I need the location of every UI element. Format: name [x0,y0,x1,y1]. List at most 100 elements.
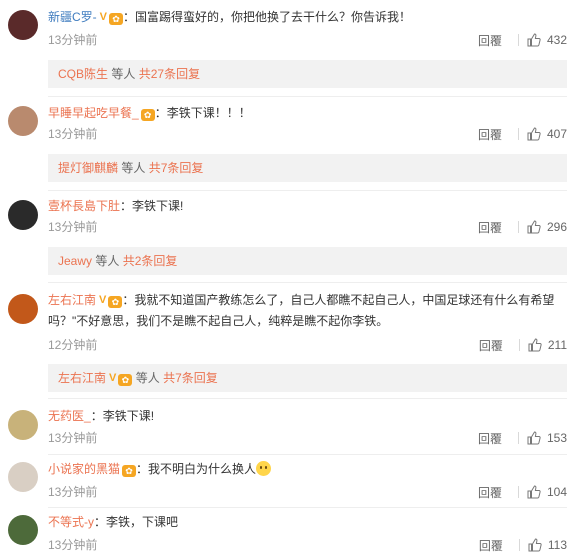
smiley-emoji-icon [256,461,272,476]
like-count: 296 [546,220,567,234]
comment-text: ：李铁下课！！！ [154,106,251,120]
verified-v-icon: V [99,11,108,23]
comment-text: ：李铁下课! [90,409,155,423]
reply-button[interactable]: 回覆 [478,430,502,447]
comment-actions: 回覆 432 [478,32,567,48]
comment-divider [48,190,567,191]
avatar[interactable] [8,462,38,492]
sub-reply-summary[interactable]: 提灯御麒麟 等人 共7条回复 [48,154,567,182]
comment-time: 13分钟前 [48,431,98,445]
username-link[interactable]: 无药医_ [48,409,91,423]
comment-divider [48,96,567,97]
reply-button[interactable]: 回覆 [478,126,502,143]
verified-v-icon: V [99,294,107,306]
sub-reply-mid: 等人 [135,371,160,385]
like-count: 104 [546,485,567,499]
fan-emblem-icon: ✿ [122,465,137,477]
comment-text: ：李铁下课! [120,199,184,213]
avatar[interactable] [8,106,38,136]
comment-time: 13分钟前 [48,33,98,47]
sub-reply-mid: 等人 [111,67,136,81]
thumbs-up-icon [527,33,541,47]
sub-reply-user[interactable]: Jeawy [58,254,92,268]
divider [517,34,519,46]
like-count: 407 [546,127,567,141]
comment-time: 13分钟前 [48,538,98,552]
avatar[interactable] [8,10,38,40]
comment-content: 无药医_：李铁下课! [48,407,569,425]
like-button[interactable]: 211 [528,338,567,352]
comment-actions: 回覆 113 [479,537,567,553]
sub-reply-mid: 等人 [121,161,146,175]
comment-text: ：我不明白为什么换人 [136,462,257,476]
comment-feed: 新疆C罗- V ✿ ：国富踢得蛮好的，你把他换了去干什么？你告诉我！ 13分钟前 回覆… [0,0,581,558]
comment-actions: 回覆 296 [478,219,567,235]
comment-actions: 回覆 407 [478,126,567,142]
sub-reply-mid: 等人 [95,254,120,268]
comment-content: 早睡早起吃早餐_ ✿ ：李铁下课！！！ [48,104,569,122]
sub-reply-count[interactable]: 共27条回复 [139,67,200,81]
like-count: 432 [546,33,567,47]
username-link[interactable]: 壹杯長島下肚 [48,199,120,213]
divider [517,128,519,140]
avatar[interactable] [8,200,38,230]
username-link[interactable]: 早睡早起吃早餐_ [48,106,139,120]
comment-divider [48,398,567,399]
comment-divider [48,454,567,455]
comment-actions: 回覆 153 [478,430,567,446]
username-link[interactable]: 不等式-y [48,515,94,529]
comment-time: 13分钟前 [48,127,98,141]
comment-actions: 回覆 211 [479,337,567,353]
sub-reply-summary[interactable]: CQB陈生 等人 共27条回复 [48,60,567,88]
like-button[interactable]: 407 [527,127,567,141]
sub-reply-count[interactable]: 共7条回复 [149,161,204,175]
comment-content: 小说家的黑猫 ✿ ：我不明白为什么换人 [48,460,569,478]
like-button[interactable]: 153 [527,431,567,445]
divider [518,539,520,551]
thumbs-up-icon [527,485,541,499]
divider [517,486,519,498]
comment-content: 新疆C罗- V ✿ ：国富踢得蛮好的，你把他换了去干什么？你告诉我！ [48,8,569,26]
sub-reply-summary[interactable]: 左右江南 V ✿ 等人 共7条回复 [48,364,567,392]
sub-reply-count[interactable]: 共7条回复 [163,371,218,385]
comment-content: 壹杯長島下肚：李铁下课! [48,197,569,215]
sub-reply-user[interactable]: 提灯御麒麟 [58,161,118,175]
sub-reply-count[interactable]: 共2条回复 [123,254,178,268]
username-link[interactable]: 左右江南 [48,293,96,307]
comment-divider [48,282,567,283]
fan-emblem-icon: ✿ [118,374,133,386]
avatar[interactable] [8,294,38,324]
like-button[interactable]: 104 [527,485,567,499]
avatar[interactable] [8,410,38,440]
sub-reply-summary[interactable]: Jeawy 等人 共2条回复 [48,247,567,275]
fan-emblem-icon: ✿ [140,109,155,121]
sub-reply-user[interactable]: 左右江南 [58,371,106,385]
reply-button[interactable]: 回覆 [478,219,502,236]
reply-button[interactable]: 回覆 [478,32,502,49]
like-button[interactable]: 432 [527,33,567,47]
thumbs-up-icon [527,127,541,141]
username-link[interactable]: 小说家的黑猫 [48,462,120,476]
thumbs-up-icon [528,538,542,552]
reply-button[interactable]: 回覆 [479,537,503,554]
comment-text: ：我就不知道国产教练怎么了，自己人都瞧不起自己人，中国足球还有什么有希望吗？"不… [48,293,555,328]
divider [518,339,520,351]
comment-time: 13分钟前 [48,485,98,499]
comment-content: 左右江南 V ✿ ：我就不知道国产教练怎么了，自己人都瞧不起自己人，中国足球还有什么有… [48,290,569,332]
thumbs-up-icon [527,220,541,234]
like-button[interactable]: 296 [527,220,567,234]
thumbs-up-icon [528,338,542,352]
comment-actions: 回覆 104 [478,484,567,500]
thumbs-up-icon [527,431,541,445]
avatar[interactable] [8,515,38,545]
comment-time: 12分钟前 [48,338,98,352]
reply-button[interactable]: 回覆 [478,484,502,501]
comment-time: 13分钟前 [48,220,98,234]
like-button[interactable]: 113 [528,538,567,552]
reply-button[interactable]: 回覆 [479,337,503,354]
fan-emblem-icon: ✿ [108,296,123,308]
sub-reply-user[interactable]: CQB陈生 [58,67,108,81]
like-count: 113 [547,538,567,552]
verified-v-icon: V [109,372,117,384]
username-link[interactable]: 新疆C罗- [48,10,97,24]
